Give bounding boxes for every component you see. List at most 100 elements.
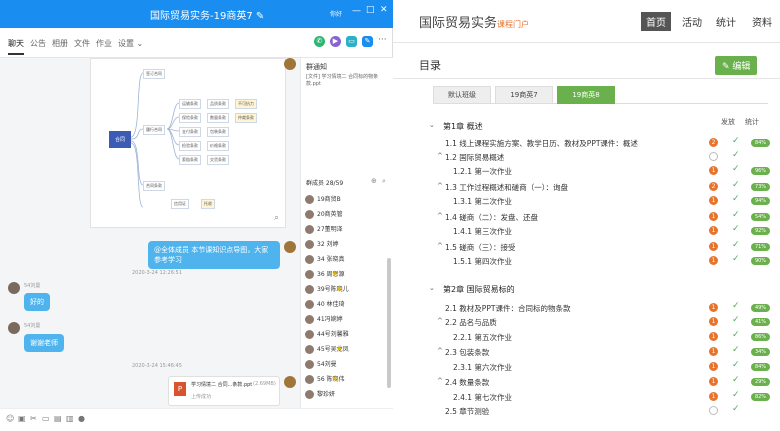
tab-settings[interactable]: 设置 ⌄ — [118, 38, 143, 49]
collapse-icon[interactable]: ^ — [437, 182, 443, 190]
completion-badge[interactable]: 84% — [751, 139, 770, 147]
member-item[interactable]: 54刘曼 — [305, 359, 337, 369]
completion-badge[interactable]: 86% — [751, 333, 770, 341]
zoom-icon[interactable]: ⌕ — [274, 213, 279, 223]
nav-home[interactable]: 首页 — [641, 12, 671, 31]
folder-icon[interactable]: ▭ — [42, 414, 50, 423]
notice-text[interactable]: [文件] 学习情境二 合同标的物条款.ppt — [306, 74, 390, 88]
member-item[interactable]: 20商英管 — [305, 209, 343, 219]
tab-class-8[interactable]: 19商英8 — [557, 86, 615, 104]
published-check-icon[interactable]: ✓ — [732, 315, 740, 325]
chapter-row[interactable]: ⌄ 第2章 国际贸易标的 — [393, 282, 780, 296]
add-member-icon[interactable]: ⊕ — [371, 177, 377, 185]
lesson-row[interactable]: 2.4.1 第七次作业 1 ✓ 82% — [393, 390, 780, 404]
published-check-icon[interactable]: ✓ — [732, 150, 740, 160]
completion-badge[interactable]: 84% — [751, 363, 770, 371]
member-item[interactable]: 19商贸B — [305, 194, 341, 204]
tab-default-class[interactable]: 默认班级 — [433, 86, 491, 104]
member-item[interactable]: 40 林佳琦 — [305, 299, 345, 309]
tab-album[interactable]: 相册 — [52, 38, 68, 49]
lesson-row[interactable]: 2.5 章节测验 ✓ — [393, 404, 780, 418]
member-item[interactable]: 44号刘馨雅 — [305, 329, 349, 339]
collapse-icon[interactable]: ^ — [437, 152, 443, 160]
completion-badge[interactable]: 71% — [751, 243, 770, 251]
completion-badge[interactable]: 92% — [751, 227, 770, 235]
screen-share-icon[interactable]: ▭ — [346, 36, 357, 47]
chart-icon[interactable]: ▥ — [66, 414, 74, 423]
published-check-icon[interactable]: ✓ — [732, 345, 740, 355]
close-icon[interactable]: ✕ — [380, 5, 388, 15]
published-check-icon[interactable]: ✓ — [732, 390, 740, 400]
doc-icon[interactable]: ▤ — [54, 414, 62, 423]
collapse-icon[interactable]: ⌄ — [429, 284, 435, 292]
collapse-icon[interactable]: ^ — [437, 317, 443, 325]
chapter-row[interactable]: ⌄ 第1章 概述 — [393, 119, 780, 133]
lesson-row[interactable]: 1.3.1 第二次作业 1 ✓ 94% — [393, 194, 780, 208]
published-check-icon[interactable]: ✓ — [732, 164, 740, 174]
mindmap-image[interactable]: 合同 签订合同 履行合同 运输条款 保险条款 支付条款 检验条款 索赔条款 品质… — [90, 58, 286, 228]
minimize-icon[interactable]: — — [352, 6, 361, 16]
member-item[interactable]: 36 周思源 ★ — [305, 269, 345, 279]
lesson-row[interactable]: ^ 2.2 品名与品质 1 ✓ 41% — [393, 315, 780, 329]
maximize-icon[interactable]: □ — [366, 5, 375, 15]
published-check-icon[interactable]: ✓ — [732, 194, 740, 204]
tab-chat[interactable]: 聊天 — [8, 38, 24, 55]
member-item[interactable]: 45号吴龙凤 ★ — [305, 344, 349, 354]
lesson-row[interactable]: ^ 1.4 磋商（二）：发盘、还盘 1 ✓ 54% — [393, 210, 780, 224]
whiteboard-icon[interactable]: ✎ — [362, 36, 373, 47]
member-item[interactable]: 41冯婉婷 — [305, 314, 343, 324]
lesson-row[interactable]: 2.3.1 第六次作业 1 ✓ 84% — [393, 360, 780, 374]
completion-badge[interactable]: 90% — [751, 257, 770, 265]
lesson-row[interactable]: ^ 2.3 包装条款 1 ✓ 34% — [393, 345, 780, 359]
published-check-icon[interactable]: ✓ — [732, 254, 740, 264]
published-check-icon[interactable]: ✓ — [732, 210, 740, 220]
more-icon[interactable]: ··· — [378, 35, 387, 45]
lesson-row[interactable]: 2.1 教材及PPT课件：合同标的物条款 1 ✓ 49% — [393, 301, 780, 315]
member-item[interactable]: 27董明泽 — [305, 224, 343, 234]
completion-badge[interactable]: 82% — [751, 393, 770, 401]
lesson-row[interactable]: ^ 1.3 工作过程概述和磋商（一）：询盘 2 ✓ 73% — [393, 180, 780, 194]
published-check-icon[interactable]: ✓ — [732, 360, 740, 370]
member-item[interactable]: 32 刘婷 — [305, 239, 339, 249]
mic-icon[interactable]: ● — [78, 414, 85, 423]
completion-badge[interactable]: 94% — [751, 197, 770, 205]
tab-class-7[interactable]: 19商英7 — [495, 86, 553, 104]
nav-stats[interactable]: 统计 — [716, 14, 736, 29]
completion-badge[interactable]: 96% — [751, 167, 770, 175]
published-check-icon[interactable]: ✓ — [732, 404, 740, 414]
published-check-icon[interactable]: ✓ — [732, 375, 740, 385]
published-check-icon[interactable]: ✓ — [732, 301, 740, 311]
lesson-row[interactable]: ^ 1.2 国际贸易概述 ✓ — [393, 150, 780, 164]
search-icon[interactable]: ⌕ — [382, 177, 386, 186]
file-message[interactable]: P 学习情境二 合同...条款.ppt (2.69MB) 上传成功 — [168, 376, 280, 406]
image-icon[interactable]: ▣ — [18, 414, 26, 423]
phone-icon[interactable]: ✆ — [314, 36, 325, 47]
collapse-icon[interactable]: ^ — [437, 347, 443, 355]
tab-homework[interactable]: 作业 — [96, 38, 112, 49]
member-item[interactable]: 34 张晓真 — [305, 254, 345, 264]
completion-badge[interactable]: 41% — [751, 318, 770, 326]
published-check-icon[interactable]: ✓ — [732, 136, 740, 146]
completion-badge[interactable]: 29% — [751, 378, 770, 386]
collapse-icon[interactable]: ^ — [437, 242, 443, 250]
lesson-row[interactable]: 1.4.1 第三次作业 1 ✓ 92% — [393, 224, 780, 238]
lesson-row[interactable]: ^ 1.5 磋商（三）：接受 1 ✓ 71% — [393, 240, 780, 254]
collapse-icon[interactable]: ^ — [437, 212, 443, 220]
edit-button[interactable]: ✎ 编辑 — [715, 56, 758, 75]
lesson-row[interactable]: 1.1 线上课程实施方案、教学日历、教材及PPT课件：概述 2 ✓ 84% — [393, 136, 780, 150]
member-item[interactable]: 56 陈晓伟 ★ — [305, 374, 345, 384]
published-check-icon[interactable]: ✓ — [732, 240, 740, 250]
collapse-icon[interactable]: ⌄ — [429, 121, 435, 129]
completion-badge[interactable]: 34% — [751, 348, 770, 356]
published-check-icon[interactable]: ✓ — [732, 330, 740, 340]
member-item[interactable]: 黎珍妍 — [305, 389, 335, 399]
scissors-icon[interactable]: ✂ — [30, 414, 37, 423]
nav-resources[interactable]: 资料 — [752, 14, 772, 29]
emoji-icon[interactable]: ☺ — [6, 414, 14, 423]
lesson-row[interactable]: ^ 2.4 数量条款 1 ✓ 29% — [393, 375, 780, 389]
chat-area[interactable]: 合同 签订合同 履行合同 运输条款 保险条款 支付条款 检验条款 索赔条款 品质… — [0, 58, 300, 408]
tab-files[interactable]: 文件 — [74, 38, 90, 49]
completion-badge[interactable]: 49% — [751, 304, 770, 312]
nav-activity[interactable]: 活动 — [682, 14, 702, 29]
scrollbar[interactable] — [387, 258, 391, 388]
